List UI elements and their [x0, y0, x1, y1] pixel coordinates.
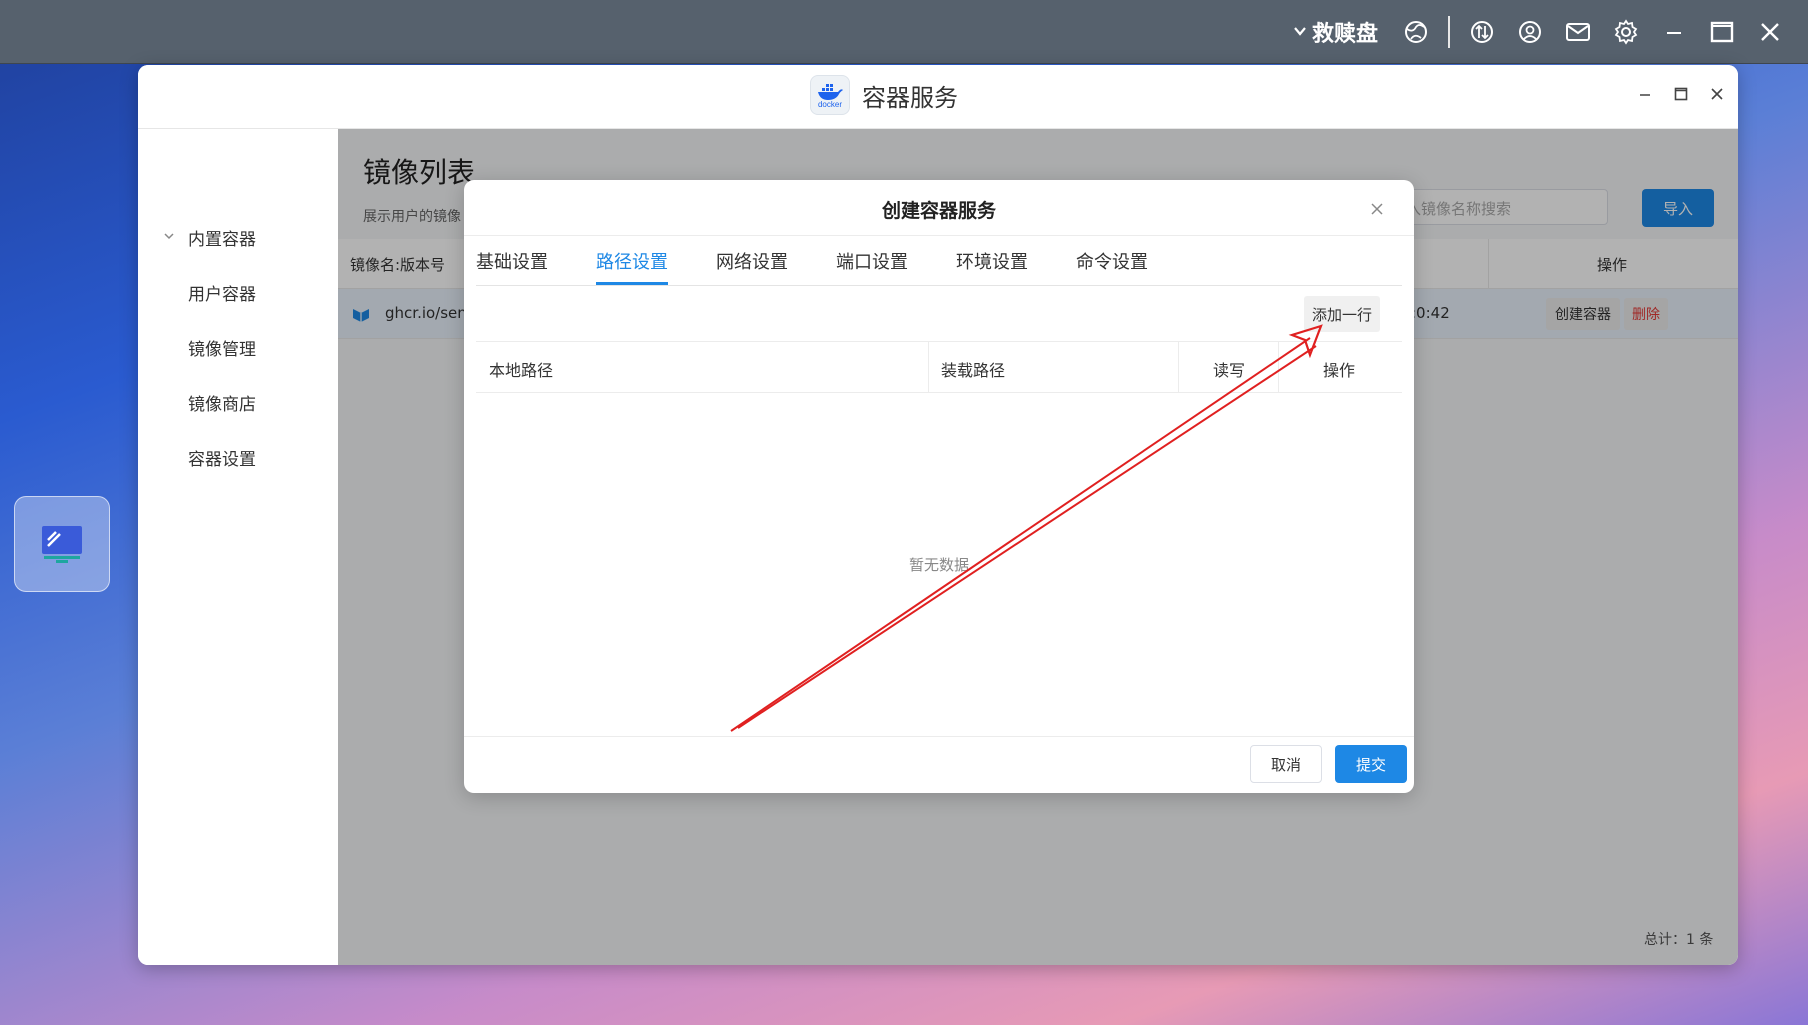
divider [1448, 16, 1450, 48]
window-close-icon[interactable] [1708, 85, 1726, 103]
tab-port-settings[interactable]: 端口设置 [836, 248, 908, 274]
disk-selector[interactable]: 救赎盘 [1292, 16, 1378, 48]
cancel-button[interactable]: 取消 [1250, 745, 1322, 783]
sidebar-item-container-settings[interactable]: 容器设置 [188, 445, 256, 470]
active-tab-indicator [596, 282, 668, 285]
tab-path-settings[interactable]: 路径设置 [596, 248, 668, 274]
globe-icon[interactable] [1401, 17, 1431, 47]
sidebar-group-label: 内置容器 [188, 230, 256, 250]
tab-basic-settings[interactable]: 基础设置 [476, 248, 548, 274]
column-header-operation: 操作 [1323, 361, 1356, 380]
topbar-right: 救赎盘 [1292, 0, 1794, 64]
user-icon[interactable] [1515, 17, 1545, 47]
monitor-icon [42, 526, 82, 563]
mail-icon[interactable] [1563, 17, 1593, 47]
chevron-down-icon [1292, 20, 1308, 45]
desktop-app-shortcut[interactable] [14, 496, 110, 592]
disk-label: 救赎盘 [1311, 22, 1378, 47]
column-header-mount-path: 装载路径 [941, 361, 1006, 380]
desktop-topbar: 救赎盘 [0, 0, 1808, 64]
window-titlebar: docker 容器服务 [138, 65, 1738, 129]
window-title-text: 容器服务 [862, 83, 958, 112]
window-controls [1636, 85, 1726, 103]
maximize-icon[interactable] [1707, 17, 1737, 47]
sidebar-group-builtin[interactable]: 内置容器 [162, 225, 256, 250]
docker-logo-icon: docker [810, 75, 850, 115]
tab-environment-settings[interactable]: 环境设置 [956, 248, 1028, 274]
add-row-button[interactable]: 添加一行 [1304, 296, 1380, 332]
dialog-tabs: 基础设置 路径设置 网络设置 端口设置 环境设置 命令设置 [476, 236, 1402, 286]
gear-icon[interactable] [1611, 17, 1641, 47]
window-maximize-icon[interactable] [1672, 85, 1690, 103]
window-title: docker 容器服务 [810, 75, 958, 115]
create-container-dialog: 创建容器服务 基础设置 路径设置 网络设置 端口设置 环境设置 命令设置 添加一… [464, 180, 1414, 793]
close-icon[interactable] [1755, 17, 1785, 47]
minimize-icon[interactable] [1659, 17, 1689, 47]
column-header-read-write: 读写 [1213, 361, 1246, 380]
sidebar-item-image-store[interactable]: 镜像商店 [188, 390, 256, 415]
path-table-header: 本地路径 装载路径 读写 操作 [476, 341, 1402, 393]
bandwidth-icon[interactable] [1467, 17, 1497, 47]
dialog-close-icon[interactable] [1368, 200, 1386, 218]
divider [1278, 342, 1279, 393]
empty-state-text: 暂无数据 [908, 556, 969, 574]
divider [1178, 342, 1179, 393]
chevron-down-icon [162, 228, 176, 248]
sidebar-item-user-containers[interactable]: 用户容器 [188, 280, 256, 305]
tab-command-settings[interactable]: 命令设置 [1076, 248, 1148, 274]
window-minimize-icon[interactable] [1636, 85, 1654, 103]
tab-network-settings[interactable]: 网络设置 [716, 248, 788, 274]
dialog-title: 创建容器服务 [881, 200, 996, 222]
divider [464, 736, 1414, 737]
sidebar-item-image-management[interactable]: 镜像管理 [188, 335, 256, 360]
submit-button[interactable]: 提交 [1335, 745, 1407, 783]
docker-logo-text: docker [817, 99, 842, 109]
column-header-local-path: 本地路径 [489, 361, 554, 380]
sidebar: 内置容器 用户容器 镜像管理 镜像商店 容器设置 [138, 129, 338, 965]
divider [928, 342, 929, 393]
